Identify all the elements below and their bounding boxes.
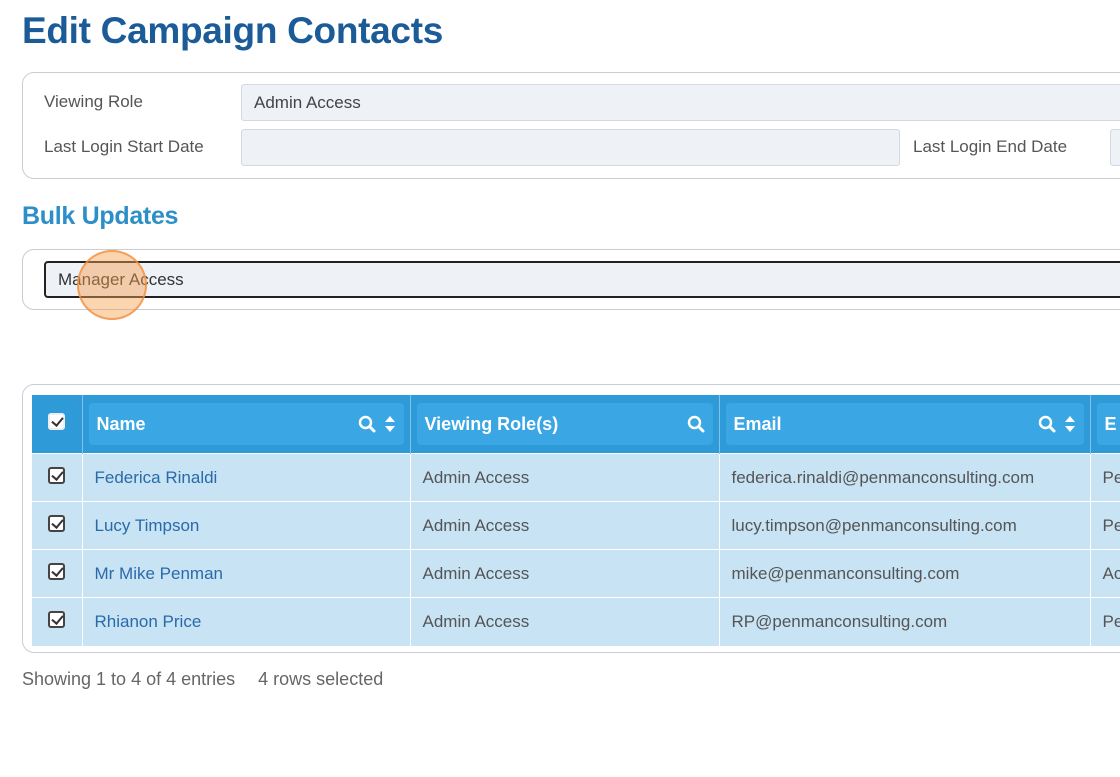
bulk-role-select[interactable]: Manager Access — [44, 261, 1120, 298]
page-title: Edit Campaign Contacts — [22, 10, 443, 51]
column-header-email[interactable]: Email — [719, 395, 1091, 454]
table-footer: Showing 1 to 4 of 4 entries 4 rows selec… — [22, 669, 401, 690]
contacts-table: Name Viewing Role(s) Email E Federica Ri… — [32, 395, 1120, 646]
last-login-start-input[interactable] — [241, 129, 900, 166]
row-select-cell[interactable] — [32, 453, 83, 502]
last-login-start-label: Last Login Start Date — [44, 137, 204, 156]
bulk-updates-panel: Manager Access — [22, 249, 1120, 310]
table-row[interactable]: Lucy Timpson Admin Access lucy.timpson@pen… — [32, 501, 1120, 550]
row-select-cell[interactable] — [32, 549, 83, 598]
contact-email: federica.rinaldi@penmanconsulting.com — [719, 453, 1091, 502]
last-login-end-label: Last Login End Date — [913, 137, 1068, 156]
column-header-extra[interactable]: E — [1090, 395, 1120, 454]
contact-role: Admin Access — [410, 549, 720, 598]
contact-extra: Pe — [1090, 453, 1120, 502]
viewing-role-label: Viewing Role — [44, 92, 143, 111]
search-icon[interactable] — [358, 415, 376, 433]
checkbox-checked-icon[interactable] — [48, 466, 66, 484]
contact-name[interactable]: Lucy Timpson — [82, 501, 411, 550]
column-viewing-roles-label: Viewing Role(s) — [424, 413, 559, 434]
select-all-header[interactable] — [32, 395, 83, 454]
contact-email: RP@penmanconsulting.com — [719, 597, 1091, 646]
click-indicator — [77, 250, 147, 320]
column-header-viewing-roles[interactable]: Viewing Role(s) — [410, 395, 720, 454]
contact-role: Admin Access — [410, 501, 720, 550]
contact-name[interactable]: Mr Mike Penman — [82, 549, 411, 598]
column-email-label: Email — [733, 413, 782, 434]
search-icon[interactable] — [1038, 415, 1056, 433]
entries-info: Showing 1 to 4 of 4 entries — [22, 669, 236, 689]
contact-extra: Pe — [1090, 501, 1120, 550]
contact-role: Admin Access — [410, 597, 720, 646]
rows-selected-info: 4 rows selected — [258, 669, 384, 689]
contact-email: mike@penmanconsulting.com — [719, 549, 1091, 598]
table-row[interactable]: Federica Rinaldi Admin Access federica.rin… — [32, 453, 1120, 502]
checkbox-checked-icon[interactable] — [48, 610, 66, 628]
contact-name[interactable]: Federica Rinaldi — [82, 453, 411, 502]
column-name-label: Name — [96, 413, 146, 434]
last-login-end-input[interactable] — [1110, 129, 1120, 166]
contact-extra: Ac — [1090, 549, 1120, 598]
bulk-updates-title: Bulk Updates — [22, 202, 179, 230]
checkbox-checked-icon[interactable] — [48, 562, 66, 580]
contact-extra: Pe — [1090, 597, 1120, 646]
row-select-cell[interactable] — [32, 501, 83, 550]
row-select-cell[interactable] — [32, 597, 83, 646]
viewing-role-input[interactable]: Admin Access — [241, 84, 1120, 121]
checkbox-checked-icon[interactable] — [48, 514, 66, 532]
select-all-checkbox-icon[interactable] — [48, 413, 66, 430]
table-row[interactable]: Mr Mike Penman Admin Access mike@penmancon… — [32, 549, 1120, 598]
sort-icon[interactable] — [384, 415, 396, 433]
search-icon[interactable] — [687, 415, 705, 433]
column-extra-label: E — [1104, 413, 1117, 434]
sort-icon[interactable] — [1064, 415, 1076, 433]
contact-role: Admin Access — [410, 453, 720, 502]
column-header-name[interactable]: Name — [82, 395, 411, 454]
filter-panel: Viewing Role Admin Access Last Login Sta… — [22, 72, 1120, 179]
contacts-table-panel: Name Viewing Role(s) Email E Federica Ri… — [22, 384, 1120, 653]
contact-email: lucy.timpson@penmanconsulting.com — [719, 501, 1091, 550]
table-row[interactable]: Rhianon Price Admin Access RP@penmanconsul… — [32, 597, 1120, 646]
contact-name[interactable]: Rhianon Price — [82, 597, 411, 646]
table-header-row: Name Viewing Role(s) Email E — [32, 395, 1120, 454]
